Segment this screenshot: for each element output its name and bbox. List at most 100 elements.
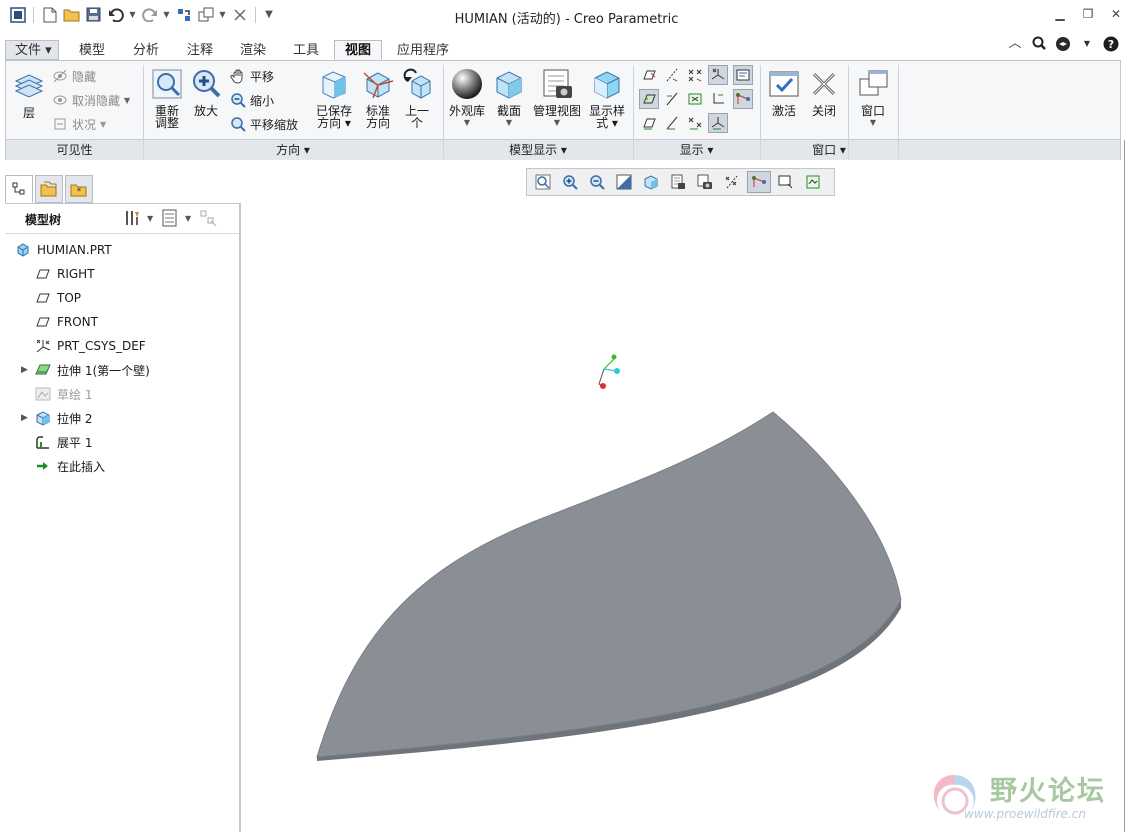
appearance-gallery-button[interactable]: 外观库 ▼: [447, 67, 487, 129]
sheetmetal-part[interactable]: [316, 411, 902, 761]
help-icon[interactable]: ?: [1103, 36, 1119, 52]
section-button[interactable]: 截面 ▼: [492, 67, 526, 129]
status-dropdown-icon[interactable]: ▼: [100, 120, 106, 129]
unhide-dropdown-icon[interactable]: ▼: [124, 96, 130, 105]
axis-display-toggle[interactable]: [662, 65, 682, 85]
pan-button[interactable]: 平移: [230, 67, 274, 85]
zoom-out-icon[interactable]: [585, 171, 609, 193]
snapshot-icon[interactable]: [693, 171, 717, 193]
tree-item-extrude-1[interactable]: ▶ 拉伸 1(第一个壁): [21, 360, 150, 380]
tree-item-front[interactable]: FRONT: [35, 312, 98, 332]
standard-orientation-button[interactable]: 标准 方向: [360, 67, 396, 129]
previous-orientation-button[interactable]: 上一 个: [400, 67, 434, 129]
saved-orientations-button[interactable]: 已保存 方向 ▾: [314, 67, 354, 129]
datum-display-icon[interactable]: [720, 171, 744, 193]
close-button[interactable]: 关闭: [807, 67, 841, 117]
plane-tag-toggle[interactable]: [639, 89, 659, 109]
tab-view[interactable]: 视图: [334, 40, 383, 60]
tree-item-sketch-1[interactable]: 草绘 1: [35, 384, 92, 404]
plane-tag-alt-icon: [643, 118, 656, 130]
favorites-tab[interactable]: *: [65, 175, 93, 203]
tree-item-extrude-2[interactable]: ▶ 拉伸 2: [21, 408, 92, 428]
plane-display-toggle[interactable]: [639, 65, 659, 85]
render-display-icon[interactable]: [801, 171, 825, 193]
tab-tools[interactable]: 工具: [282, 40, 330, 60]
tree-item-right[interactable]: RIGHT: [35, 264, 95, 284]
point-display-toggle[interactable]: [685, 65, 705, 85]
hide-button[interactable]: 隐藏: [52, 67, 96, 85]
expand-arrow-icon[interactable]: ▶: [21, 365, 28, 375]
view-manager-icon[interactable]: [666, 171, 690, 193]
tree-filter-icon[interactable]: [199, 209, 217, 227]
spin-center-icon[interactable]: [747, 171, 771, 193]
axis-tag-toggle[interactable]: [662, 89, 682, 109]
zoom-out-button[interactable]: 缩小: [230, 91, 274, 109]
saved-orientations-icon[interactable]: [639, 171, 663, 193]
tree-item-top[interactable]: TOP: [35, 288, 81, 308]
expand-arrow-icon[interactable]: ▶: [21, 413, 28, 423]
unhide-button[interactable]: 取消隐藏 ▼: [52, 91, 130, 109]
group-label-window[interactable]: 窗口 ▾: [760, 141, 898, 159]
tree-item-unbend-1[interactable]: 展平 1: [35, 432, 92, 452]
tree-item-insert-here[interactable]: 在此插入: [35, 456, 105, 476]
tree-settings-icon[interactable]: [123, 209, 141, 227]
axis-tag-alt-toggle[interactable]: [662, 113, 682, 133]
group-label-show[interactable]: 显示 ▾: [633, 141, 760, 159]
show-icon[interactable]: [161, 209, 179, 227]
learning-dropdown-icon[interactable]: ▼: [1079, 36, 1095, 52]
status-button[interactable]: 状况 ▼: [52, 115, 106, 133]
point-tag-alt-toggle[interactable]: [685, 113, 705, 133]
group-label-model-display[interactable]: 模型显示 ▾: [443, 141, 633, 159]
tree-settings-dropdown-icon[interactable]: ▼: [147, 214, 155, 223]
minimize-ribbon-icon[interactable]: ︿: [1007, 36, 1023, 52]
activate-button[interactable]: 激活: [766, 67, 802, 117]
manage-views-button[interactable]: 管理视图 ▼: [531, 67, 583, 129]
zoom-in-icon: [193, 70, 221, 98]
restore-icon[interactable]: ❐: [1081, 7, 1095, 21]
minimize-icon[interactable]: ▁: [1053, 7, 1067, 21]
tab-render[interactable]: 渲染: [229, 40, 277, 60]
point-tag-toggle[interactable]: [685, 89, 705, 109]
show-dropdown-icon[interactable]: ▼: [185, 214, 193, 223]
csys-display-toggle[interactable]: [708, 65, 728, 85]
folder-browser-tab[interactable]: [35, 175, 63, 203]
search-icon[interactable]: [1031, 36, 1047, 52]
csys-tag-toggle[interactable]: [708, 89, 728, 109]
group-label-orientation[interactable]: 方向 ▾: [143, 141, 443, 159]
folder-browser-tab-icon: [40, 181, 57, 197]
close-label: 关闭: [811, 104, 836, 118]
windows-menu-button[interactable]: 窗口 ▼: [855, 67, 891, 129]
tab-file[interactable]: 文件 ▾: [5, 40, 59, 60]
refit-icon[interactable]: [531, 171, 555, 193]
csys-tag-alt-toggle[interactable]: [708, 113, 728, 133]
zoom-in-button[interactable]: 放大: [188, 67, 224, 117]
spin-center-toggle[interactable]: [733, 89, 753, 109]
display-style-label-2: 式 ▾: [596, 116, 618, 130]
section-dropdown-icon[interactable]: ▼: [506, 117, 512, 129]
learning-connector-icon[interactable]: [1055, 36, 1071, 52]
graphics-area[interactable]: [243, 198, 1123, 832]
tree-item-csys[interactable]: PRT_CSYS_DEF: [35, 336, 146, 356]
model-tree-tab[interactable]: [5, 175, 33, 203]
manage-views-dropdown-icon[interactable]: ▼: [554, 117, 560, 129]
annotation-display-toggle[interactable]: [733, 65, 753, 85]
layers-button[interactable]: 层: [12, 69, 46, 119]
close-icon[interactable]: ✕: [1109, 7, 1123, 21]
tab-model[interactable]: 模型: [68, 40, 116, 60]
zoom-in-icon[interactable]: [558, 171, 582, 193]
repaint-icon[interactable]: [612, 171, 636, 193]
tree-item-part[interactable]: HUMIAN.PRT: [15, 240, 112, 260]
hide-eye-icon: [53, 69, 67, 83]
appearance-dropdown-icon[interactable]: ▼: [464, 117, 470, 129]
display-style-button[interactable]: 显示样 式 ▾: [588, 67, 626, 129]
plane-tag-alt-toggle[interactable]: [639, 113, 659, 133]
annotation-display-icon[interactable]: [774, 171, 798, 193]
tree-item-label: HUMIAN.PRT: [37, 243, 112, 257]
tab-applications[interactable]: 应用程序: [386, 40, 460, 60]
windows-menu-dropdown-icon[interactable]: ▼: [870, 117, 876, 129]
tab-annotate[interactable]: 注释: [176, 40, 224, 60]
tab-analysis[interactable]: 分析: [122, 40, 170, 60]
activate-label: 激活: [771, 104, 796, 118]
pan-zoom-button[interactable]: 平移缩放: [230, 115, 298, 133]
refit-button[interactable]: 重新 调整: [149, 67, 185, 129]
